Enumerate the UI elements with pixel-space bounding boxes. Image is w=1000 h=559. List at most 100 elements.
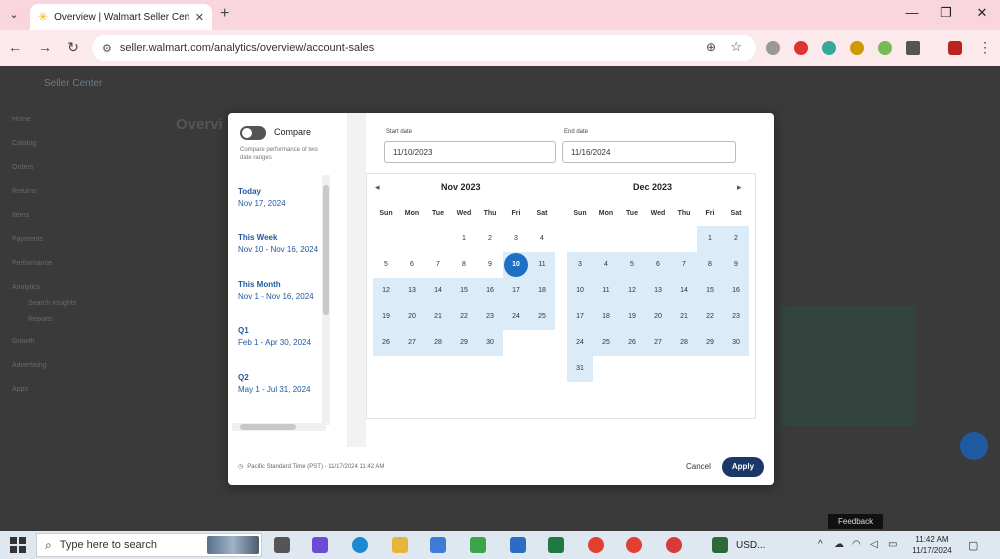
- calendar-day[interactable]: 15: [451, 278, 477, 304]
- excel-icon[interactable]: [548, 537, 564, 553]
- preset-vertical-scrollbar[interactable]: [322, 175, 330, 425]
- calendar-day[interactable]: 16: [477, 278, 503, 304]
- calendar-day[interactable]: 30: [477, 330, 503, 356]
- minimize-icon[interactable]: —: [902, 5, 922, 20]
- calendar-day[interactable]: 17: [503, 278, 529, 304]
- calendar-day[interactable]: 6: [399, 252, 425, 278]
- chrome-icon[interactable]: [588, 537, 604, 553]
- calendar-day[interactable]: 13: [399, 278, 425, 304]
- calendar-day[interactable]: 8: [451, 252, 477, 278]
- calendar-day[interactable]: 13: [645, 278, 671, 304]
- windows-start-icon[interactable]: [10, 537, 26, 553]
- calendar-day[interactable]: 20: [399, 304, 425, 330]
- taskbar-search[interactable]: ⌕ Type here to search: [36, 533, 262, 557]
- calendar-day[interactable]: 14: [671, 278, 697, 304]
- apply-button[interactable]: Apply: [722, 457, 764, 477]
- calendar-day[interactable]: 5: [619, 252, 645, 278]
- calendar-day[interactable]: 11: [529, 252, 555, 278]
- calendar-day[interactable]: 7: [671, 252, 697, 278]
- sidebar-item[interactable]: Advertising: [12, 362, 47, 369]
- calendar-day[interactable]: 27: [645, 330, 671, 356]
- back-icon[interactable]: ←: [6, 39, 24, 55]
- feedback-tab[interactable]: Feedback: [828, 514, 884, 529]
- calendar-day[interactable]: 24: [567, 330, 593, 356]
- calendar-day[interactable]: 19: [619, 304, 645, 330]
- cancel-button[interactable]: Cancel: [686, 462, 711, 471]
- extension-icon[interactable]: [850, 41, 864, 55]
- notifications-icon[interactable]: ▢: [968, 539, 978, 552]
- calendar-day[interactable]: 26: [619, 330, 645, 356]
- bookmark-star-icon[interactable]: ☆: [730, 39, 742, 55]
- calendar-day[interactable]: 15: [697, 278, 723, 304]
- calendar-day[interactable]: 22: [697, 304, 723, 330]
- file-explorer-icon[interactable]: [392, 537, 408, 553]
- calendar-day[interactable]: 1: [451, 226, 477, 252]
- extension-icon[interactable]: [794, 41, 808, 55]
- extension-icon[interactable]: [766, 41, 780, 55]
- calendar-day[interactable]: 16: [723, 278, 749, 304]
- app-icon[interactable]: [470, 537, 486, 553]
- calendar-day[interactable]: 21: [671, 304, 697, 330]
- volume-icon[interactable]: ◁: [870, 539, 878, 550]
- chrome-icon[interactable]: [666, 537, 682, 553]
- preset-this-week[interactable]: This Week Nov 10 - Nov 16, 2024: [238, 233, 318, 254]
- outlook-icon[interactable]: [510, 537, 526, 553]
- calendar-day[interactable]: 8: [697, 252, 723, 278]
- close-window-icon[interactable]: ✕: [972, 5, 992, 21]
- calendar-day[interactable]: 22: [451, 304, 477, 330]
- battery-icon[interactable]: ▭: [888, 539, 897, 550]
- profile-avatar[interactable]: [948, 41, 962, 55]
- calendar-day[interactable]: 24: [503, 304, 529, 330]
- restore-icon[interactable]: ❐: [936, 5, 956, 21]
- calendar-day[interactable]: 29: [697, 330, 723, 356]
- calendar-day[interactable]: 18: [593, 304, 619, 330]
- calendar-day[interactable]: 23: [723, 304, 749, 330]
- calendar-day[interactable]: 4: [593, 252, 619, 278]
- forward-icon[interactable]: →: [36, 39, 54, 55]
- help-chat-icon[interactable]: [960, 432, 988, 460]
- address-bar[interactable]: ⚙ seller.walmart.com/analytics/overview/…: [92, 35, 756, 61]
- calendar-day[interactable]: 10: [503, 252, 529, 278]
- calendar-day[interactable]: 23: [477, 304, 503, 330]
- calendar-day[interactable]: 21: [425, 304, 451, 330]
- preset-this-month[interactable]: This Month Nov 1 - Nov 16, 2024: [238, 280, 314, 301]
- sidebar-item[interactable]: Catalog: [12, 140, 36, 147]
- calendar-day[interactable]: 29: [451, 330, 477, 356]
- extension-icon[interactable]: [822, 41, 836, 55]
- chrome-icon[interactable]: [626, 537, 642, 553]
- copilot-icon[interactable]: [312, 537, 328, 553]
- extensions-puzzle-icon[interactable]: [906, 41, 920, 55]
- start-date-input[interactable]: 11/10/2023: [384, 141, 556, 163]
- calendar-day[interactable]: 25: [593, 330, 619, 356]
- calendar-day[interactable]: 9: [723, 252, 749, 278]
- calendar-day[interactable]: 27: [399, 330, 425, 356]
- sidebar-item[interactable]: Growth: [12, 338, 35, 345]
- next-month-icon[interactable]: ▸: [737, 182, 742, 193]
- browser-tab[interactable]: ✳ Overview | Walmart Seller Centr ✕: [30, 4, 212, 30]
- sidebar-item[interactable]: Apps: [12, 386, 28, 393]
- calendar-day[interactable]: 17: [567, 304, 593, 330]
- calendar-day[interactable]: 11: [593, 278, 619, 304]
- calendar-day[interactable]: 26: [373, 330, 399, 356]
- currency-ticker[interactable]: USD...: [736, 540, 765, 551]
- calendar-day[interactable]: 10: [567, 278, 593, 304]
- calendar-day[interactable]: 5: [373, 252, 399, 278]
- calendar-day[interactable]: 4: [529, 226, 555, 252]
- calendar-day[interactable]: 6: [645, 252, 671, 278]
- new-tab-icon[interactable]: +: [220, 5, 229, 23]
- calendar-day[interactable]: 9: [477, 252, 503, 278]
- wifi-icon[interactable]: ◠: [852, 539, 861, 550]
- reload-icon[interactable]: ↻: [64, 39, 82, 56]
- calendar-day[interactable]: 2: [477, 226, 503, 252]
- calendar-day[interactable]: 25: [529, 304, 555, 330]
- tray-app-icon[interactable]: ☁: [834, 539, 844, 550]
- sidebar-item[interactable]: Items: [12, 212, 29, 219]
- preset-q1[interactable]: Q1 Feb 1 - Apr 30, 2024: [238, 326, 311, 347]
- calendar-day[interactable]: 12: [619, 278, 645, 304]
- show-hidden-icons[interactable]: ^: [818, 539, 823, 550]
- sidebar-item[interactable]: Reports: [28, 316, 53, 323]
- preset-today[interactable]: Today Nov 17, 2024: [238, 187, 286, 208]
- close-tab-icon[interactable]: ✕: [195, 11, 204, 24]
- sidebar-item[interactable]: Performance: [12, 260, 52, 267]
- sidebar-item[interactable]: Returns: [12, 188, 37, 195]
